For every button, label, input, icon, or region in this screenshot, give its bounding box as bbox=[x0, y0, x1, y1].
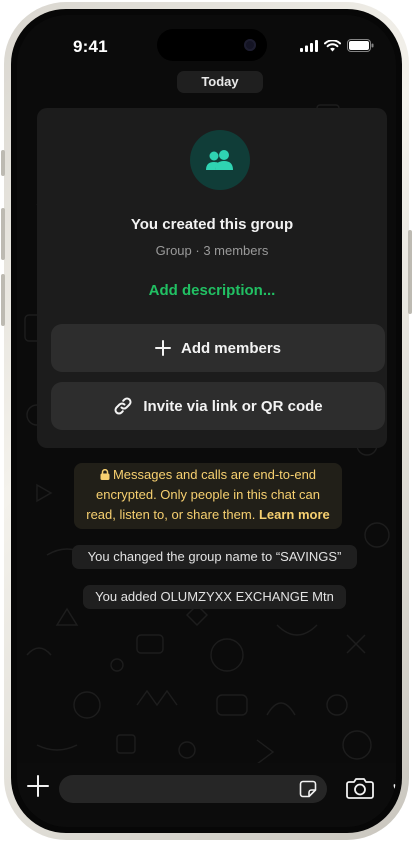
lock-icon bbox=[100, 469, 110, 480]
front-camera bbox=[244, 39, 256, 51]
invite-link-button[interactable]: Invite via link or QR code bbox=[51, 382, 385, 430]
microphone-icon[interactable] bbox=[393, 774, 396, 800]
bezel: 9:41 Today You created this group Group … bbox=[11, 9, 402, 833]
plus-icon bbox=[154, 340, 171, 356]
status-icons bbox=[300, 39, 374, 52]
group-created-title: You created this group bbox=[130, 216, 294, 233]
learn-more-link[interactable]: Learn more bbox=[259, 507, 330, 522]
status-bar: 9:41 bbox=[17, 15, 396, 67]
signal-icon bbox=[300, 39, 318, 52]
screen: 9:41 Today You created this group Group … bbox=[17, 15, 396, 827]
composer-bar bbox=[17, 763, 396, 827]
volume-down-button bbox=[1, 274, 5, 326]
dynamic-island bbox=[157, 29, 267, 61]
message-input[interactable] bbox=[59, 775, 327, 803]
plus-icon[interactable] bbox=[27, 775, 49, 797]
group-avatar[interactable] bbox=[190, 130, 250, 190]
phone-frame: 9:41 Today You created this group Group … bbox=[1, 2, 412, 840]
group-icon bbox=[206, 150, 233, 170]
encryption-line-2: encrypted. Only people in this chat can bbox=[95, 487, 321, 502]
add-description-link[interactable]: Add description... bbox=[37, 282, 387, 299]
encryption-line-1: Messages and calls are end-to-end bbox=[74, 465, 342, 485]
camera-icon[interactable] bbox=[346, 777, 374, 799]
invite-label: Invite via link or QR code bbox=[143, 397, 323, 415]
system-message: You changed the group name to “SAVINGS” bbox=[72, 545, 357, 569]
power-button bbox=[408, 230, 412, 314]
link-icon bbox=[114, 397, 132, 415]
add-members-button[interactable]: Add members bbox=[51, 324, 385, 372]
encryption-notice[interactable]: Messages and calls are end-to-end encryp… bbox=[74, 463, 342, 529]
group-info-card: You created this group Group · 3 members… bbox=[37, 108, 387, 448]
battery-icon bbox=[347, 39, 374, 52]
wifi-icon bbox=[324, 39, 341, 51]
encryption-line-3: read, listen to, or share them. Learn mo… bbox=[86, 507, 330, 522]
add-members-label: Add members bbox=[180, 339, 282, 357]
group-meta: Group · 3 members bbox=[155, 243, 269, 258]
date-divider: Today bbox=[177, 71, 263, 93]
action-button bbox=[1, 150, 5, 176]
volume-up-button bbox=[1, 208, 5, 260]
status-time: 9:41 bbox=[73, 37, 108, 56]
sticker-icon[interactable] bbox=[299, 780, 317, 798]
system-message: You added OLUMZYXX EXCHANGE Mtn bbox=[83, 585, 346, 609]
